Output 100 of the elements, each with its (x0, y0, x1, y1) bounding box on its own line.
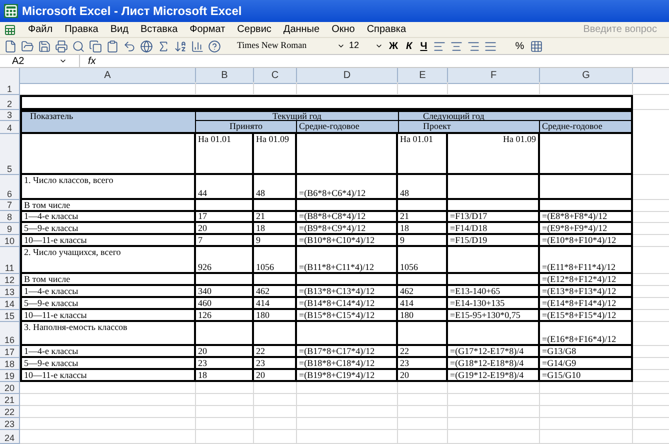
table-cell: =(B10*8+C10*4)/12 (297, 235, 398, 247)
menu-item[interactable]: Вид (110, 22, 128, 37)
row-header[interactable]: 21 (0, 394, 20, 406)
row-header[interactable]: 13 (0, 286, 20, 298)
table-cell: 7 (196, 235, 254, 247)
preview-icon[interactable] (72, 40, 85, 52)
empty-cell (196, 200, 254, 212)
column-header[interactable]: B (196, 68, 254, 84)
table-cell: =G13/G8 (540, 346, 633, 358)
empty-cell (398, 430, 448, 444)
table-cell: 1. Число классов, всего (20, 175, 196, 200)
menu-item[interactable]: Сервис (237, 22, 272, 37)
row-header[interactable]: 6 (0, 175, 20, 200)
column-header[interactable]: E (398, 68, 448, 84)
row-header[interactable]: 9 (0, 223, 20, 235)
column-header[interactable]: A (20, 68, 196, 84)
row-header[interactable]: 18 (0, 358, 20, 370)
row-header[interactable]: 1 (0, 82, 20, 95)
table-cell: В том числе (20, 200, 196, 212)
row-header[interactable]: 7 (0, 200, 20, 211)
table-cell: 3. Наполня-емость классов (20, 322, 196, 346)
caret-icon (337, 42, 345, 50)
menu-item[interactable]: Окно (332, 22, 355, 37)
row-header[interactable]: 22 (0, 406, 20, 418)
table-cell: 23 (398, 358, 448, 370)
row-header[interactable]: 8 (0, 211, 20, 223)
table-cell: Проект (398, 121, 540, 134)
row-header[interactable]: 24 (0, 430, 20, 444)
table-cell: 5—9-е классы (20, 358, 196, 370)
table-cell: 414 (254, 298, 297, 310)
row-header[interactable]: 10 (0, 235, 20, 247)
globe-icon[interactable] (140, 40, 153, 52)
underline-button[interactable]: Ч (418, 38, 430, 54)
new-document-icon[interactable] (4, 40, 17, 52)
table-cell: =G15/G10 (540, 370, 633, 382)
menu-item[interactable]: Вставка (140, 22, 178, 37)
align-center-icon[interactable] (450, 40, 464, 52)
empty-cell (196, 274, 254, 286)
align-left-icon[interactable] (433, 40, 446, 52)
table-cell: 414 (398, 298, 448, 310)
table-cell: =(B8*8+C8*4)/12 (297, 211, 398, 223)
folder-icon[interactable] (21, 40, 34, 52)
row-header[interactable]: 23 (0, 418, 20, 430)
table-cell: =(E14*8+F14*4)/12 (540, 298, 633, 310)
empty-cell (398, 382, 448, 394)
row-header[interactable]: 20 (0, 382, 20, 394)
table-cell: На 01.09 (254, 134, 297, 175)
copy-icon[interactable] (89, 40, 102, 52)
function-label[interactable]: fx (88, 54, 96, 68)
borders-icon[interactable] (530, 40, 544, 52)
row-header[interactable]: 19 (0, 370, 20, 382)
save-icon[interactable] (38, 40, 51, 52)
row-header[interactable]: 12 (0, 274, 20, 286)
column-header[interactable]: G (540, 68, 633, 84)
table-cell: 340 (196, 286, 254, 298)
sum-icon[interactable] (157, 40, 170, 52)
table-cell: 10—11-е классы (20, 370, 196, 382)
menu-item[interactable]: Данные (283, 22, 320, 37)
empty-cell (254, 394, 297, 406)
menu-item[interactable]: Справка (366, 22, 406, 37)
help-icon[interactable] (208, 40, 221, 52)
table-cell: 180 (398, 310, 448, 322)
percent-button[interactable]: % (513, 38, 526, 54)
selected-cell[interactable] (20, 95, 633, 110)
sort-icon[interactable] (174, 40, 187, 52)
font-size-select[interactable]: 12 (349, 40, 383, 52)
printer-icon[interactable] (55, 40, 68, 52)
paste-icon[interactable] (106, 40, 119, 52)
chart-icon[interactable] (191, 40, 204, 52)
row-header[interactable]: 16 (0, 322, 20, 346)
table-cell: 180 (254, 310, 297, 322)
table-cell: 462 (398, 286, 448, 298)
row-header[interactable]: 14 (0, 298, 20, 310)
row-header[interactable]: 17 (0, 346, 20, 358)
empty-cell (398, 322, 448, 346)
italic-button[interactable]: К (404, 38, 414, 54)
row-header[interactable]: 3 (0, 110, 20, 121)
row-header[interactable]: 11 (0, 247, 20, 274)
font-select[interactable]: Times New Roman (237, 40, 345, 52)
table-cell: =E15-95+130*0,75 (448, 310, 540, 322)
row-header[interactable]: 5 (0, 134, 20, 175)
row-header[interactable]: 2 (0, 95, 20, 110)
row-header[interactable]: 4 (0, 121, 20, 134)
empty-cell (254, 430, 297, 444)
column-header[interactable]: D (297, 68, 398, 84)
table-cell: =F13/D17 (448, 211, 540, 223)
caret-icon (59, 57, 67, 65)
undo-icon[interactable] (123, 40, 136, 52)
menu-item[interactable]: Формат (190, 22, 226, 37)
row-header[interactable]: 15 (0, 310, 20, 322)
caret-icon (375, 42, 383, 50)
menu-item[interactable]: Файл (28, 22, 53, 37)
bold-button[interactable]: Ж (387, 38, 400, 54)
table-cell: 20 (196, 223, 254, 235)
workbook-icon[interactable] (4, 24, 16, 36)
table-cell: =(B11*8+C11*4)/12 (297, 247, 398, 274)
table-cell: 18 (254, 223, 297, 235)
menu-item[interactable]: Правка (64, 22, 98, 37)
column-header[interactable]: C (254, 68, 297, 84)
column-header[interactable]: F (448, 68, 540, 84)
